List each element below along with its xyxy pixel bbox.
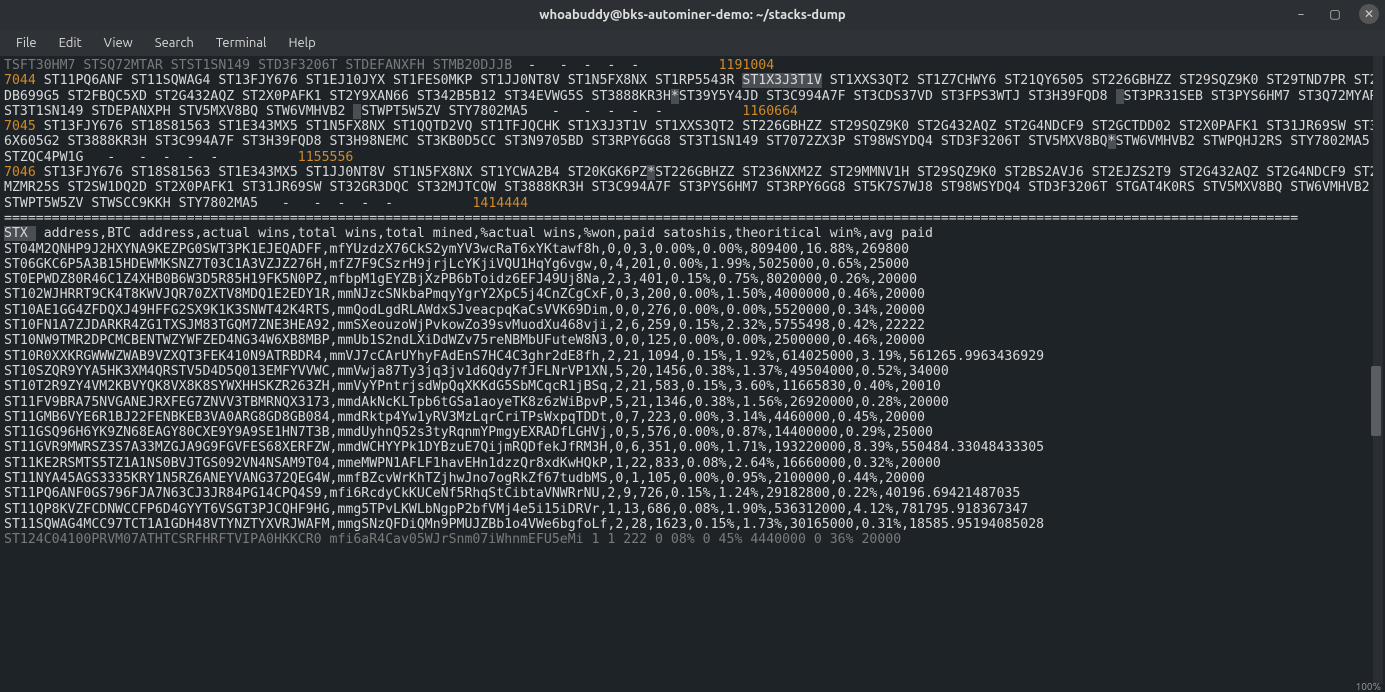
terminal-line: ST102WJHRRT9CK4T8KWVJQR70ZXTV8MDQ1E2EDY1… xyxy=(4,287,1381,302)
terminal-line: ST11QP8KVZFCDNWCCFP6D4GYYT6VSGT3PJCQHF9H… xyxy=(4,502,1381,517)
menubar: File Edit View Search Terminal Help xyxy=(0,30,1385,56)
terminal-line: 7045 ST13FJY676 ST18S81563 ST1E343MX5 ST… xyxy=(4,119,1381,165)
menu-search[interactable]: Search xyxy=(145,33,204,53)
terminal-line: 7044 ST11PQ6ANF ST11SQWAG4 ST13FJY676 ST… xyxy=(4,73,1381,119)
terminal-line: ST124C04100PRVM07ATHTCSRFHRFTVIPA0HKKCR0… xyxy=(4,532,1381,547)
window-controls: − ▢ ✕ xyxy=(1291,4,1379,24)
terminal-output[interactable]: TSFT30HM7 STSQ72MTAR STST1SN149 STD3F320… xyxy=(0,56,1385,550)
maximize-button[interactable]: ▢ xyxy=(1325,4,1345,24)
window-title: whoabuddy@bks-autominer-demo: ~/stacks-d… xyxy=(539,8,845,22)
terminal-line: ST0EPWDZ80R46C1Z4XHB0B6W3D5R85H19FK5N0PZ… xyxy=(4,272,1381,287)
page-indicator: 100% xyxy=(1356,681,1381,692)
terminal-line: ST10AE1GG4ZFDQXJ49HFFG2SX9K1K3SNWT42K4RT… xyxy=(4,303,1381,318)
terminal-line: ST11PQ6ANF0GS796FJA7N63CJ3JR84PG14CPQ4S9… xyxy=(4,486,1381,501)
terminal-line: TSFT30HM7 STSQ72MTAR STST1SN149 STD3F320… xyxy=(4,58,1381,73)
terminal-line: ST10R0XXKRGWWWZWAB9VZXQT3FEK410N9ATRBDR4… xyxy=(4,349,1381,364)
terminal-line: ST11NYA45AGS3335KRY1N5RZ6ANEYVANG372QEG4… xyxy=(4,471,1381,486)
terminal-line: ST10FN1A7ZJDARKR4ZG1TXSJM83TGQM7ZNE3HEA9… xyxy=(4,318,1381,333)
terminal-line: STX address,BTC address,actual wins,tota… xyxy=(4,226,1381,241)
terminal-line: ST11GSQ96H6YK9ZN68EAGY80CXE9Y9A9SE1HN7T3… xyxy=(4,425,1381,440)
terminal-line: ST11GVR9MWRSZ3S7A33MZGJA9G9FGVFES68XERFZ… xyxy=(4,440,1381,455)
menu-view[interactable]: View xyxy=(94,33,143,53)
terminal-line: ST11SQWAG4MCC97TCT1A1GDH48VTYNZTYXVRJWAF… xyxy=(4,517,1381,532)
terminal-line: ST10NW9TMR2DPCMCBENTWZYWFZED4NG34W6XB8MB… xyxy=(4,333,1381,348)
minimize-button[interactable]: − xyxy=(1291,4,1311,24)
terminal-line: ST06GKC6P5A3B15HDEWMKSNZ7T03C1A3VZJZ276H… xyxy=(4,257,1381,272)
terminal-line: ========================================… xyxy=(4,211,1381,226)
terminal-line: ST04M2QNHP9J2HXYNA9KEZPG0SWT3PK1EJEQADFF… xyxy=(4,242,1381,257)
menu-terminal[interactable]: Terminal xyxy=(206,33,277,53)
terminal-line: ST10SZQR9YYA5HK3XM4QRSTV5D4D5Q013EMFYVVW… xyxy=(4,364,1381,379)
scrollbar-thumb[interactable] xyxy=(1371,366,1381,436)
close-button[interactable]: ✕ xyxy=(1359,4,1379,24)
menu-help[interactable]: Help xyxy=(278,33,325,53)
scrollbar-track[interactable] xyxy=(1373,56,1383,684)
menu-file[interactable]: File xyxy=(6,33,47,53)
terminal-line: ST11FV9BRA75NVGANEJRXFEG7ZNVV3TBMRNQX317… xyxy=(4,395,1381,410)
titlebar: whoabuddy@bks-autominer-demo: ~/stacks-d… xyxy=(0,0,1385,30)
menu-edit[interactable]: Edit xyxy=(49,33,92,53)
terminal-line: ST11KE2RSMTS5TZ1A1NS0BVJTGS092VN4NSAM9T0… xyxy=(4,456,1381,471)
terminal-line: 7046 ST13FJY676 ST18S81563 ST1E343MX5 ST… xyxy=(4,165,1381,211)
terminal-line: ST11GMB6VYE6R1BJ22FENBKEB3VA0ARG8GD8GB08… xyxy=(4,410,1381,425)
terminal-line: ST10T2R9ZY4VM2KBVYQK8VX8K8SYWXHHSKZR263Z… xyxy=(4,379,1381,394)
